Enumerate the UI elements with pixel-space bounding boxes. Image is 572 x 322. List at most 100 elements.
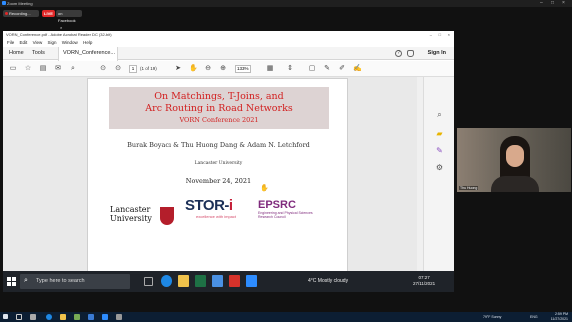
recording-label: Recording... xyxy=(9,11,31,16)
zoom-logo-icon xyxy=(2,1,6,5)
taskbar-clock[interactable]: 07:27 27/11/2021 xyxy=(413,275,435,287)
zoom-title-bar: Zoom Meeting – □ × xyxy=(0,0,572,7)
close-icon[interactable]: × xyxy=(562,0,565,6)
menu-window[interactable]: Window xyxy=(62,40,78,45)
stor-i-wordmark: STOR-i xyxy=(185,197,251,214)
mail-icon[interactable] xyxy=(88,314,94,320)
print-icon[interactable]: ▤ xyxy=(39,65,47,73)
lancaster-crest-icon xyxy=(160,207,174,225)
host-weather[interactable]: 79°F Sunny xyxy=(483,315,501,319)
zoom-search-icon[interactable]: ⌕ xyxy=(435,110,444,119)
edge-browser-icon[interactable] xyxy=(46,314,52,320)
facebook-label: on Facebook xyxy=(58,11,76,23)
zoom-app-icon[interactable] xyxy=(246,275,257,287)
tab-document[interactable]: VORN_Conference... × xyxy=(58,47,118,69)
acrobat-title-bar: VORN_Conference.pdf - Adobe Acrobat Read… xyxy=(3,31,454,39)
close-icon[interactable]: × xyxy=(448,31,450,39)
epsrc-subtitle: Engineering and Physical Sciences Resear… xyxy=(258,211,338,219)
zoom-app-icon[interactable] xyxy=(102,314,108,320)
email-icon[interactable]: ✉ xyxy=(54,65,62,73)
page-up-icon[interactable]: ⊙ xyxy=(99,65,107,73)
menu-bar: File Edit View Sign Window Help xyxy=(3,39,454,47)
file-explorer-icon[interactable] xyxy=(60,314,66,320)
lancaster-university-logo: Lancaster University xyxy=(110,205,180,233)
participant-body xyxy=(491,176,539,192)
menu-sign[interactable]: Sign xyxy=(48,40,57,45)
zoom-in-icon[interactable]: ⊕ xyxy=(219,65,227,73)
live-on-facebook[interactable]: on Facebook × xyxy=(56,10,82,30)
stor-i-letter: i xyxy=(228,197,233,214)
edge-browser-icon[interactable] xyxy=(161,275,172,287)
host-language[interactable]: ENG xyxy=(530,315,538,319)
excel-icon[interactable] xyxy=(195,275,206,287)
affiliation: Lancaster University xyxy=(194,161,243,166)
sign-in-button[interactable]: Sign In xyxy=(428,47,446,60)
slide-title-box: On Matchings, T-Joins, and Arc Routing i… xyxy=(109,87,329,129)
zoom-out-icon[interactable]: ⊖ xyxy=(204,65,212,73)
scroll-mode-icon[interactable]: ⇕ xyxy=(286,65,294,73)
close-icon[interactable]: × xyxy=(60,25,62,30)
sign-icon[interactable]: ✍ xyxy=(353,65,362,73)
conference-name: VORN Conference 2021 xyxy=(179,116,259,124)
menu-view[interactable]: View xyxy=(33,40,43,45)
toolbar: ▭ ☆ ▤ ✉ ⌕ ⊙ ⊙ 1 (1 of 19) ➤ ✋ ⊖ ⊕ 133% ▦… xyxy=(3,61,454,77)
stor-i-logo: STOR-i excellence with impact xyxy=(185,197,251,227)
tab-home[interactable]: Home xyxy=(5,47,28,60)
stor-i-tagline: excellence with impact xyxy=(196,214,237,219)
comment-icon[interactable]: ▢ xyxy=(308,65,316,73)
tab-bar: Home Tools VORN_Conference... × ? Sign I… xyxy=(3,47,454,69)
search-icon[interactable] xyxy=(16,314,22,320)
bookmark-star-icon[interactable]: ☆ xyxy=(24,65,32,73)
epsrc-logo: EPSRC Engineering and Physical Sciences … xyxy=(258,199,338,231)
windows-start-icon[interactable] xyxy=(3,314,8,319)
page-number-input[interactable]: 1 xyxy=(129,65,137,73)
host-clock[interactable]: 2:59 PM 11/27/2021 xyxy=(551,312,568,322)
select-cursor-icon[interactable]: ➤ xyxy=(174,65,182,73)
more-tools-icon[interactable]: ⚙ xyxy=(435,163,444,172)
page-down-icon[interactable]: ⊙ xyxy=(114,65,122,73)
search-icon[interactable]: ⌕ xyxy=(69,65,77,73)
page-count: (1 of 19) xyxy=(140,66,157,71)
maximize-icon[interactable]: □ xyxy=(551,0,554,6)
tab-tools[interactable]: Tools xyxy=(28,47,49,60)
menu-edit[interactable]: Edit xyxy=(20,40,28,45)
windows-taskbar: ⌕ Type here to search 4°C Mostly cloudy … xyxy=(3,271,454,292)
taskbar-weather[interactable]: 4°C Mostly cloudy xyxy=(308,278,348,284)
recording-indicator[interactable]: Recording... xyxy=(3,10,39,17)
authors: Burak Boyacı & Thu Huong Dang & Adam N. … xyxy=(127,141,310,149)
help-icon[interactable]: ? xyxy=(395,50,402,57)
page-fit-icon[interactable]: ▦ xyxy=(266,65,274,73)
fill-sign-icon[interactable]: ✎ xyxy=(435,146,444,155)
create-pdf-icon[interactable]: ▭ xyxy=(9,65,17,73)
file-explorer-icon[interactable] xyxy=(178,275,189,287)
pdf-page: On Matchings, T-Joins, and Arc Routing i… xyxy=(87,78,348,272)
stor-i-prefix: STOR- xyxy=(185,197,229,214)
minimize-icon[interactable]: – xyxy=(430,31,432,39)
zoom-level-select[interactable]: 133% xyxy=(235,65,251,73)
menu-file[interactable]: File xyxy=(7,40,14,45)
taskbar-date: 27/11/2021 xyxy=(413,281,436,286)
notification-bell-icon[interactable] xyxy=(407,50,414,57)
minimize-icon[interactable]: – xyxy=(540,0,543,6)
task-view-icon[interactable] xyxy=(144,277,153,286)
people-app-icon[interactable] xyxy=(212,275,223,287)
slide-title-line-1: On Matchings, T-Joins, and xyxy=(154,91,284,102)
app-icon[interactable] xyxy=(116,314,122,320)
hand-tool-icon[interactable]: ✋ xyxy=(189,65,198,73)
highlight-pen-icon[interactable]: ✎ xyxy=(323,65,331,73)
menu-help[interactable]: Help xyxy=(83,40,92,45)
draw-icon[interactable]: ✐ xyxy=(338,65,346,73)
search-icon: ⌕ xyxy=(24,277,28,284)
tab-document-label: VORN_Conference... xyxy=(63,50,115,56)
taskbar-search-placeholder: Type here to search xyxy=(36,278,85,284)
acrobat-reader-icon[interactable] xyxy=(229,275,240,287)
maximize-icon[interactable]: □ xyxy=(439,31,441,39)
epsrc-subtitle-line-2: Research Council xyxy=(258,215,286,219)
windows-start-icon[interactable] xyxy=(7,277,16,286)
participant-video[interactable]: Thu Huong xyxy=(457,128,571,192)
participant-face xyxy=(506,145,524,167)
store-icon[interactable] xyxy=(74,314,80,320)
comment-bubble-icon[interactable]: ▰ xyxy=(435,129,444,138)
task-view-icon[interactable] xyxy=(30,314,36,320)
taskbar-search[interactable]: ⌕ Type here to search xyxy=(20,274,130,289)
